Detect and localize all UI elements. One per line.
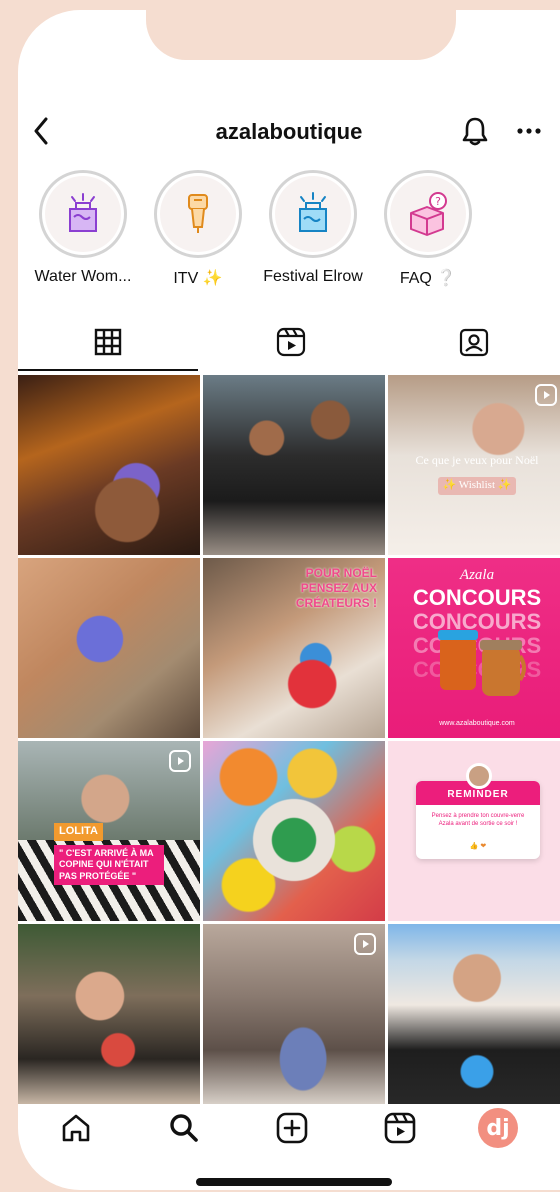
- highlight-ring: [39, 170, 127, 258]
- post-thumbnail[interactable]: [388, 924, 560, 1104]
- nav-home[interactable]: [56, 1108, 96, 1148]
- highlight-label: Festival Elrow: [263, 268, 363, 285]
- avatar: [466, 763, 492, 789]
- reminder-body: Pensez à prendre ton couvre-verre Azala …: [431, 813, 525, 827]
- phone-screen: azalaboutique Water Wom... ITV ✨ Festiva…: [18, 10, 560, 1190]
- highlight-cover: [275, 176, 351, 252]
- highlight-ring: [269, 170, 357, 258]
- post-overlay-text: POUR NOËL PENSEZ AUX CRÉATEURS !: [295, 566, 377, 610]
- nav-profile[interactable]: dj: [478, 1108, 518, 1148]
- nav-create[interactable]: [272, 1108, 312, 1148]
- profile-tabs: [18, 315, 560, 373]
- home-indicator[interactable]: [196, 1178, 392, 1186]
- home-icon: [62, 1114, 90, 1142]
- highlight-ring: ?: [384, 170, 472, 258]
- post-thumbnail[interactable]: Azala CONCOURS CONCOURS CONCOURS CONCOUR…: [388, 558, 560, 738]
- post-overlay-text: Azala: [459, 567, 495, 583]
- post-overlay-text: Ce que je veux pour Noël: [415, 453, 539, 467]
- post-thumbnail[interactable]: [18, 375, 200, 555]
- highlight-cover: [160, 176, 236, 252]
- tab-selected-indicator: [18, 369, 198, 371]
- post-overlay-text: " C'EST ARRIVÉ À MA COPINE QUI N'ÉTAIT P…: [54, 845, 164, 885]
- tab-tagged[interactable]: [384, 315, 560, 369]
- highlight-label: ITV ✨: [173, 270, 223, 287]
- party-bottle-icon: [299, 192, 327, 232]
- post-thumbnail[interactable]: POUR NOËL PENSEZ AUX CRÉATEURS !: [203, 558, 385, 738]
- post-thumbnail[interactable]: LOLITA " C'EST ARRIVÉ À MA COPINE QUI N'…: [18, 741, 200, 921]
- search-icon: [170, 1114, 198, 1142]
- highlight-cover: [45, 176, 121, 252]
- grid-icon: [94, 328, 122, 356]
- reels-icon: [276, 327, 306, 357]
- highlight-label: Water Wom...: [34, 268, 132, 285]
- highlight-faq[interactable]: ? FAQ ❔: [368, 170, 488, 288]
- post-overlay-text: www.azalaboutique.com: [439, 720, 515, 727]
- more-options-icon[interactable]: [514, 119, 544, 143]
- bell-icon[interactable]: [460, 115, 490, 147]
- profile-avatar: dj: [478, 1108, 518, 1148]
- reel-indicator-icon: [535, 384, 557, 406]
- tagged-icon: [459, 328, 489, 357]
- post-thumbnail[interactable]: [18, 558, 200, 738]
- tab-grid[interactable]: [18, 315, 198, 369]
- highlight-label: FAQ ❔: [399, 270, 457, 287]
- drink-glasses-image: [438, 630, 526, 696]
- highlight-ring: [154, 170, 242, 258]
- post-thumbnail[interactable]: Ce que je veux pour Noël ✨ Wishlist ✨: [388, 375, 560, 555]
- highlight-water-woman[interactable]: Water Wom...: [23, 170, 143, 286]
- post-thumbnail[interactable]: [203, 924, 385, 1104]
- microphone-icon: [188, 194, 208, 233]
- reminder-emoji: 👍 ❤: [469, 843, 487, 850]
- highlight-itv[interactable]: ITV ✨: [138, 170, 258, 288]
- post-overlay-text: ✨ Wishlist ✨: [438, 477, 516, 495]
- nav-search[interactable]: [164, 1108, 204, 1148]
- svg-text:?: ?: [435, 195, 441, 208]
- reminder-title: REMINDER: [447, 789, 509, 800]
- story-highlights: Water Wom... ITV ✨ Festival Elrow ? FAQ …: [18, 170, 560, 300]
- post-thumbnail[interactable]: [203, 375, 385, 555]
- add-post-icon: [276, 1112, 308, 1144]
- posts-grid: Ce que je veux pour Noël ✨ Wishlist ✨ PO…: [18, 375, 560, 1104]
- tab-reels[interactable]: [201, 315, 381, 369]
- highlight-cover: ?: [390, 176, 466, 252]
- highlight-festival-elrow[interactable]: Festival Elrow: [253, 170, 373, 286]
- reel-indicator-icon: [354, 933, 376, 955]
- bottom-navigation: dj: [18, 1100, 560, 1160]
- reels-icon: [384, 1112, 416, 1144]
- post-thumbnail[interactable]: [203, 741, 385, 921]
- question-box-icon: ?: [410, 192, 447, 236]
- profile-header: azalaboutique: [18, 105, 560, 161]
- post-overlay-name-tag: LOLITA: [54, 823, 103, 841]
- post-thumbnail[interactable]: REMINDER Pensez à prendre ton couvre-ver…: [388, 741, 560, 921]
- reel-indicator-icon: [169, 750, 191, 772]
- nav-reels[interactable]: [380, 1108, 420, 1148]
- water-bottle-icon: [69, 193, 97, 232]
- post-thumbnail[interactable]: [18, 924, 200, 1104]
- phone-notch: [146, 10, 456, 60]
